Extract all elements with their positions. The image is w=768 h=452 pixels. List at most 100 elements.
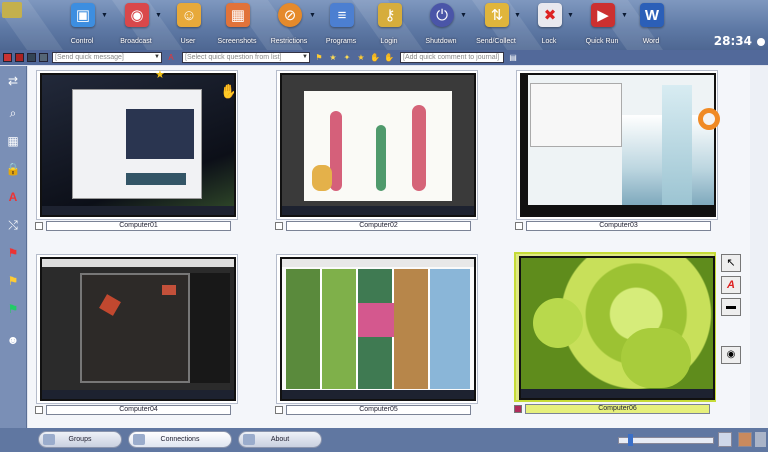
red-square-icon[interactable] [3,53,12,62]
tile-tool-panel: ↖ A ▬ ◉ [720,254,742,368]
star-favorite-icon[interactable]: ★ [356,53,366,63]
app-logo [2,2,22,18]
screen-thumbnail[interactable] [280,257,476,401]
scroll-square-icon[interactable] [39,53,48,62]
yellow-flag-icon[interactable]: ⚑ [3,272,23,290]
lifebuoy-icon[interactable] [698,108,720,130]
filmstrip-icon: ▦ [226,3,250,27]
power-icon: ⏻ [430,3,454,27]
computer-tile[interactable]: Computer04 [35,254,238,415]
quick-question-select[interactable]: [Select quick question from list] ▼ [182,52,310,63]
screen-thumbnail[interactable]: ✋ [40,73,236,217]
select-checkbox[interactable] [275,222,283,230]
message-bar: [Send quick message] ▼ A [Select quick qu… [0,50,768,65]
quick-run-button[interactable]: ▶ Quick Run [575,0,629,50]
star-icon[interactable]: ★ [328,53,338,63]
quick-message-input[interactable]: [Send quick message] ▼ [52,52,162,63]
computer-tile[interactable]: Computer02 [275,70,478,231]
computer-tile[interactable]: ✋ Computer01 [35,70,238,231]
connections-icon [133,434,145,445]
computer-name[interactable]: Computer06 [525,404,710,414]
webcam-icon[interactable]: ◉ [721,346,741,364]
shutdown-dropdown[interactable]: ▼ [460,12,468,22]
layout-icon[interactable]: ▦ [3,132,23,150]
arrows-icon[interactable]: ⤭ [3,216,23,234]
computer-tile-selected[interactable]: Computer06 [514,252,716,414]
star-outline-icon[interactable]: ✦ [342,53,352,63]
key-icon: ⚷ [378,3,402,27]
settings-icon[interactable] [755,432,766,447]
restrictions-button[interactable]: ⊘ Restrictions [262,0,316,50]
raised-hand-icon: ✋ [220,83,236,99]
select-checkbox[interactable] [35,222,43,230]
attention-icon[interactable]: ✋ [384,53,394,63]
person-icon[interactable] [718,432,732,447]
padlock-icon[interactable]: 🔒 [3,160,23,178]
green-flag-icon[interactable]: ⚑ [3,300,23,318]
share-icon[interactable]: ⇄ [3,72,23,90]
journal-icon[interactable]: ▤ [508,53,518,63]
stop-square-icon[interactable] [15,53,24,62]
grid-square-icon[interactable] [27,53,36,62]
select-checkbox-checked[interactable] [514,405,522,413]
groups-icon [43,434,55,445]
quick-run-icon: ▶ [591,3,615,27]
journal-comment-input[interactable]: [Add quick comment to journal] [400,52,504,63]
hand-icon[interactable]: ✋ [370,53,380,63]
control-button[interactable]: ▣ Control [55,0,109,50]
word-button[interactable]: W Word [624,0,678,50]
magnify-icon[interactable]: ⌕ [3,104,23,122]
bottom-bar: Groups Connections About [0,428,768,452]
select-checkbox[interactable] [275,406,283,414]
send-collect-icon: ⇅ [485,3,509,27]
broadcast-icon: ◉ [125,3,149,27]
shutdown-button[interactable]: ⏻ Shutdown [414,0,468,50]
control-dropdown[interactable]: ▼ [101,12,109,22]
computer-tile[interactable]: Computer03 [515,70,718,231]
red-flag-icon[interactable]: ⚑ [3,244,23,262]
broadcast-button[interactable]: ◉ Broadcast [109,0,163,50]
flag-icon[interactable]: ⚑ [314,53,324,63]
select-checkbox[interactable] [515,222,523,230]
main-toolbar: ▣ Control ▼ ◉ Broadcast ▼ ☺ User ▦ Screensho… [0,0,768,50]
annotate-icon[interactable]: A [166,53,176,63]
tab-groups[interactable]: Groups [38,431,122,448]
tab-about[interactable]: About [238,431,322,448]
send-collect-button[interactable]: ⇅ Send/Collect [469,0,523,50]
lock-button[interactable]: ✖ Lock [522,0,576,50]
lock-dropdown[interactable]: ▼ [567,12,575,22]
screen-thumbnail[interactable] [520,73,716,217]
computer-name[interactable]: Computer01 [46,221,231,231]
avatar[interactable] [738,432,752,447]
tab-connections[interactable]: Connections [128,431,232,448]
programs-icon: ≡ [330,3,354,27]
left-tool-strip: ⇄ ⌕ ▦ 🔒 A ⤭ ⚑ ⚑ ⚑ ☻ [0,66,27,428]
screen-thumbnail[interactable] [519,256,715,400]
star-icon: ★ [155,69,165,81]
screenshots-button[interactable]: ▦ Screenshots [210,0,264,50]
screen-icon[interactable]: ▬ [721,298,741,316]
mouse-lock-icon: ✖ [538,3,562,27]
about-icon [243,434,255,445]
computer-name[interactable]: Computer04 [46,405,231,415]
send-collect-dropdown[interactable]: ▼ [514,12,522,22]
chevron-down-icon: ▼ [302,54,308,60]
annotation-icon[interactable]: A [721,276,741,294]
computer-tile[interactable]: Computer05 [275,254,478,415]
programs-button[interactable]: ≡ Programs [314,0,368,50]
screen-thumbnail[interactable] [40,257,236,401]
select-checkbox[interactable] [35,406,43,414]
login-button[interactable]: ⚷ Login [362,0,416,50]
user-icon: ☺ [177,3,201,27]
computer-name[interactable]: Computer05 [286,405,471,415]
user-button[interactable]: ☺ User [161,0,215,50]
users-icon[interactable]: ☻ [3,331,23,349]
screen-thumbnail[interactable] [280,73,476,217]
vertical-scrollbar[interactable] [750,66,768,428]
computer-name[interactable]: Computer02 [286,221,471,231]
zoom-slider-thumb[interactable] [628,434,633,446]
computer-name[interactable]: Computer03 [526,221,711,231]
pointer-icon[interactable]: ↖ [721,254,741,272]
text-reader-icon[interactable]: A [3,188,23,206]
clock-icon [757,38,765,46]
